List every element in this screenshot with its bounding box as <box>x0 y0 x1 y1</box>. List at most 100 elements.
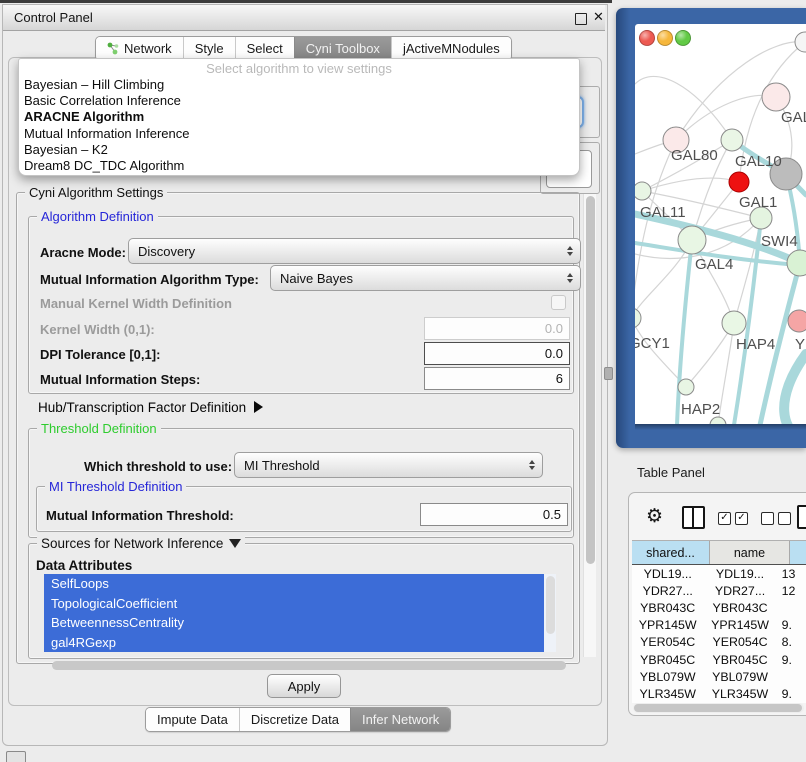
document-icon[interactable] <box>797 505 806 529</box>
manual-kernel-width-checkbox[interactable] <box>551 295 566 310</box>
network-node-swi4[interactable] <box>787 250 806 276</box>
network-node-y[interactable] <box>788 310 806 332</box>
table-cell: YBL079W <box>632 670 703 684</box>
table-cell: 8. <box>777 635 806 649</box>
split-columns-icon[interactable] <box>682 506 705 529</box>
data-attributes-list-scrollbar[interactable] <box>544 574 556 652</box>
tab-cyni-toolbox[interactable]: Cyni Toolbox <box>294 37 391 60</box>
network-graph[interactable]: GAL7GAL80GAL10GAL1GAL11SWI4GAL4GCY1HAP4Y… <box>635 24 806 424</box>
tab-label: Select <box>247 41 283 56</box>
network-node-gal4[interactable] <box>678 226 706 254</box>
select-all-checkbox-icon-2[interactable]: ✓ <box>735 512 748 525</box>
tab-network[interactable]: Network <box>96 37 183 60</box>
mi-algorithm-type-combo[interactable]: Naive Bayes <box>270 265 581 291</box>
network-canvas[interactable]: GAL7GAL80GAL10GAL1GAL11SWI4GAL4GCY1HAP4Y… <box>635 24 806 424</box>
table-row[interactable]: YLR345WYLR345W9. <box>632 685 806 702</box>
algorithm-option-aracne-algorithm[interactable]: ARACNE Algorithm <box>19 109 579 125</box>
table-cell: 9. <box>777 653 806 667</box>
network-node-label: HAP2 <box>681 401 720 418</box>
aracne-mode-combo[interactable]: Discovery <box>128 238 581 264</box>
split-pane-handle[interactable] <box>604 367 613 380</box>
tab-select[interactable]: Select <box>235 37 294 60</box>
network-node-gal7[interactable] <box>762 83 790 111</box>
network-node-gal10[interactable] <box>721 129 743 151</box>
hub-definition-label: Hub/Transcription Factor Definition <box>38 400 246 415</box>
table-row[interactable]: YBR045CYBR045C9. <box>632 651 806 668</box>
tab-label: Impute Data <box>157 712 228 727</box>
network-node[interactable] <box>710 417 726 424</box>
table-row[interactable]: YBL079WYBL079W <box>632 668 806 685</box>
manual-kernel-width-label: Manual Kernel Width Definition <box>40 296 232 311</box>
dpi-tolerance-field[interactable]: 0.0 <box>424 342 570 365</box>
column-header-shared[interactable]: shared... <box>632 541 710 564</box>
deselect-all-checkbox-icon[interactable] <box>761 512 774 525</box>
mi-threshold-field[interactable]: 0.5 <box>420 503 568 526</box>
sources-expander[interactable]: Sources for Network Inference <box>37 536 245 551</box>
tab-style[interactable]: Style <box>183 37 235 60</box>
network-node-gcy1[interactable] <box>635 308 641 328</box>
expand-down-icon <box>229 539 241 548</box>
data-attribute-item-gal4rgexp[interactable]: gal4RGexp <box>44 633 544 653</box>
network-node-hap2[interactable] <box>678 379 694 395</box>
collapsed-panel-button[interactable] <box>6 751 26 762</box>
table-cell: YDR27... <box>632 584 703 598</box>
table-cell: YER054C <box>632 635 703 649</box>
table-cell: YDL19... <box>703 567 776 581</box>
table-row[interactable]: YPR145WYPR145W9. <box>632 617 806 634</box>
tab-label: Style <box>195 41 224 56</box>
mi-algorithm-type-value: Naive Bayes <box>280 271 353 286</box>
table-row[interactable]: YDR27...YDR27...12 <box>632 582 806 599</box>
mi-threshold-label: Mutual Information Threshold: <box>46 508 234 523</box>
zoom-traffic-light[interactable] <box>675 30 691 46</box>
data-attribute-item-betweennesscentrality[interactable]: BetweennessCentrality <box>44 613 544 633</box>
table-row[interactable]: YBR043CYBR043C <box>632 599 806 616</box>
algorithm-option-basic-correlation-inference[interactable]: Basic Correlation Inference <box>19 93 579 109</box>
column-header-a[interactable]: A <box>790 541 806 564</box>
mi-steps-field[interactable]: 6 <box>424 367 570 390</box>
data-attributes-list[interactable]: SelfLoopsTopologicalCoefficientBetweenne… <box>44 574 544 652</box>
algorithm-popup-placeholder: Select algorithm to view settings <box>19 59 579 77</box>
settings-horizontal-scrollbar[interactable] <box>50 661 570 670</box>
float-window-icon[interactable] <box>575 13 587 25</box>
tab-impute-data[interactable]: Impute Data <box>146 708 239 731</box>
hub-definition-expander[interactable]: Hub/Transcription Factor Definition <box>38 400 263 415</box>
select-all-checkbox-icon[interactable]: ✓ <box>718 512 731 525</box>
network-node-label: SWI4 <box>761 233 798 250</box>
tab-infer-network[interactable]: Infer Network <box>350 708 450 731</box>
apply-button[interactable]: Apply <box>267 674 341 698</box>
column-header-name[interactable]: name <box>710 541 790 564</box>
which-threshold-label: Which threshold to use: <box>84 459 232 474</box>
table-cell: YBR045C <box>703 653 776 667</box>
algorithm-option-bayesian-hill-climbing[interactable]: Bayesian – Hill Climbing <box>19 77 579 93</box>
tab-jactivemnodules[interactable]: jActiveMNodules <box>391 37 511 60</box>
table-row[interactable]: YDL19...YDL19...13 <box>632 565 806 582</box>
combo-spinner-icon <box>529 453 535 477</box>
tab-discretize-data[interactable]: Discretize Data <box>239 708 350 731</box>
kernel-width-field[interactable]: 0.0 <box>424 317 570 340</box>
gear-icon[interactable]: ⚙ <box>646 505 663 528</box>
network-node-gal11[interactable] <box>635 182 651 200</box>
table-horizontal-scrollbar[interactable] <box>633 703 804 713</box>
mi-algorithm-type-label: Mutual Information Algorithm Type: <box>40 272 259 287</box>
which-threshold-combo[interactable]: MI Threshold <box>234 452 543 478</box>
table-row[interactable]: YER054CYER054C8. <box>632 634 806 651</box>
table-body: YDL19...YDL19...13YDR27...YDR27...12YBR0… <box>632 565 806 703</box>
network-node[interactable] <box>729 172 749 192</box>
network-edge <box>635 140 676 318</box>
network-node-hap4[interactable] <box>722 311 746 335</box>
network-edge <box>718 323 734 424</box>
algorithm-option-bayesian-k2[interactable]: Bayesian – K2 <box>19 142 579 158</box>
table-cell: YPR145W <box>632 618 703 632</box>
algorithm-option-mutual-information-inference[interactable]: Mutual Information Inference <box>19 126 579 142</box>
close-icon[interactable]: ✕ <box>593 9 604 25</box>
data-attribute-item-selfloops[interactable]: SelfLoops <box>44 574 544 594</box>
network-edge-highlighted <box>677 240 692 424</box>
minimize-traffic-light[interactable] <box>657 30 673 46</box>
algorithm-option-dream8-dc-tdc-algorithm[interactable]: Dream8 DC_TDC Algorithm <box>19 158 579 174</box>
settings-vertical-scrollbar[interactable] <box>583 193 596 657</box>
close-traffic-light[interactable] <box>639 30 655 46</box>
tab-label: Network <box>124 41 172 56</box>
deselect-all-checkbox-icon-2[interactable] <box>778 512 791 525</box>
screen: Control Panel ✕ NetworkStyleSelectCyni T… <box>0 0 806 762</box>
data-attribute-item-topologicalcoefficient[interactable]: TopologicalCoefficient <box>44 594 544 614</box>
